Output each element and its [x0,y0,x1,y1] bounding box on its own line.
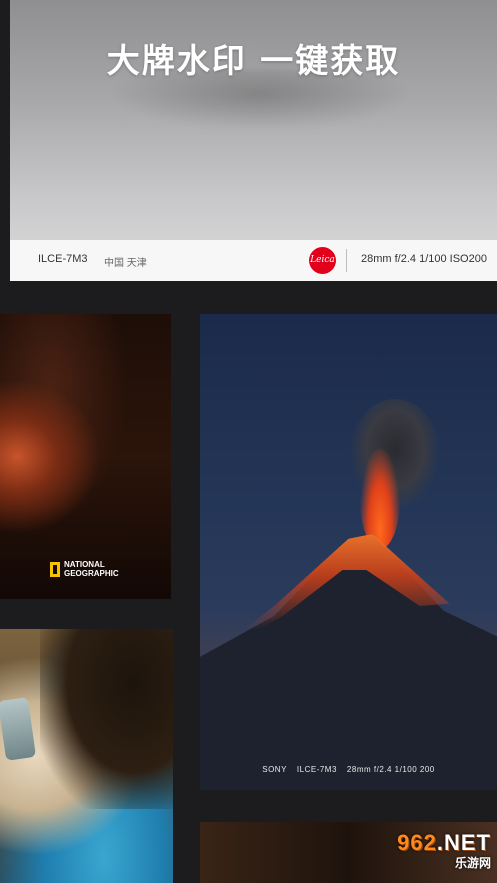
volcano-mountain [200,534,497,790]
volcano-photo-card[interactable]: SONY ILCE-7M3 28mm f/2.4 1/100 200 [200,314,497,790]
site-watermark: 962.NET 乐游网 [397,830,491,871]
watermark-sub: 乐游网 [454,856,491,870]
canyon-photo-card[interactable]: NATIONAL GEOGRAPHIC [0,314,171,599]
volcano-exif-caption: SONY ILCE-7M3 28mm f/2.4 1/100 200 [200,765,497,774]
lava-column [360,449,400,549]
portrait-photo-card[interactable] [0,629,173,883]
hero-banner: 大牌水印 一键获取 ILCE-7M3 中国 天津 Leica 28mm f/2.… [10,0,497,281]
caption-model: ILCE-7M3 [296,765,337,774]
yellow-frame-icon [50,561,60,577]
info-divider [346,249,347,272]
camera-model: ILCE-7M3 [38,253,88,265]
national-geographic-logo: NATIONAL GEOGRAPHIC [50,560,119,578]
perfume-bottle [0,697,37,761]
watermark-domain: .NET [436,830,491,855]
watermark-info-bar: ILCE-7M3 中国 天津 Leica 28mm f/2.4 1/100 IS… [10,240,497,281]
caption-brand: SONY [262,765,287,774]
caption-exif: 28mm f/2.4 1/100 200 [346,765,435,774]
leica-logo-icon: Leica [309,247,336,274]
shot-location: 中国 天津 [104,258,147,269]
exif-info: 28mm f/2.4 1/100 ISO200 [361,253,487,265]
watermark-number: 962 [397,830,437,855]
logo-line-2: GEOGRAPHIC [64,569,119,578]
logo-line-1: NATIONAL [64,560,105,569]
portrait-hair [40,629,173,809]
hero-title: 大牌水印 一键获取 [106,41,401,80]
